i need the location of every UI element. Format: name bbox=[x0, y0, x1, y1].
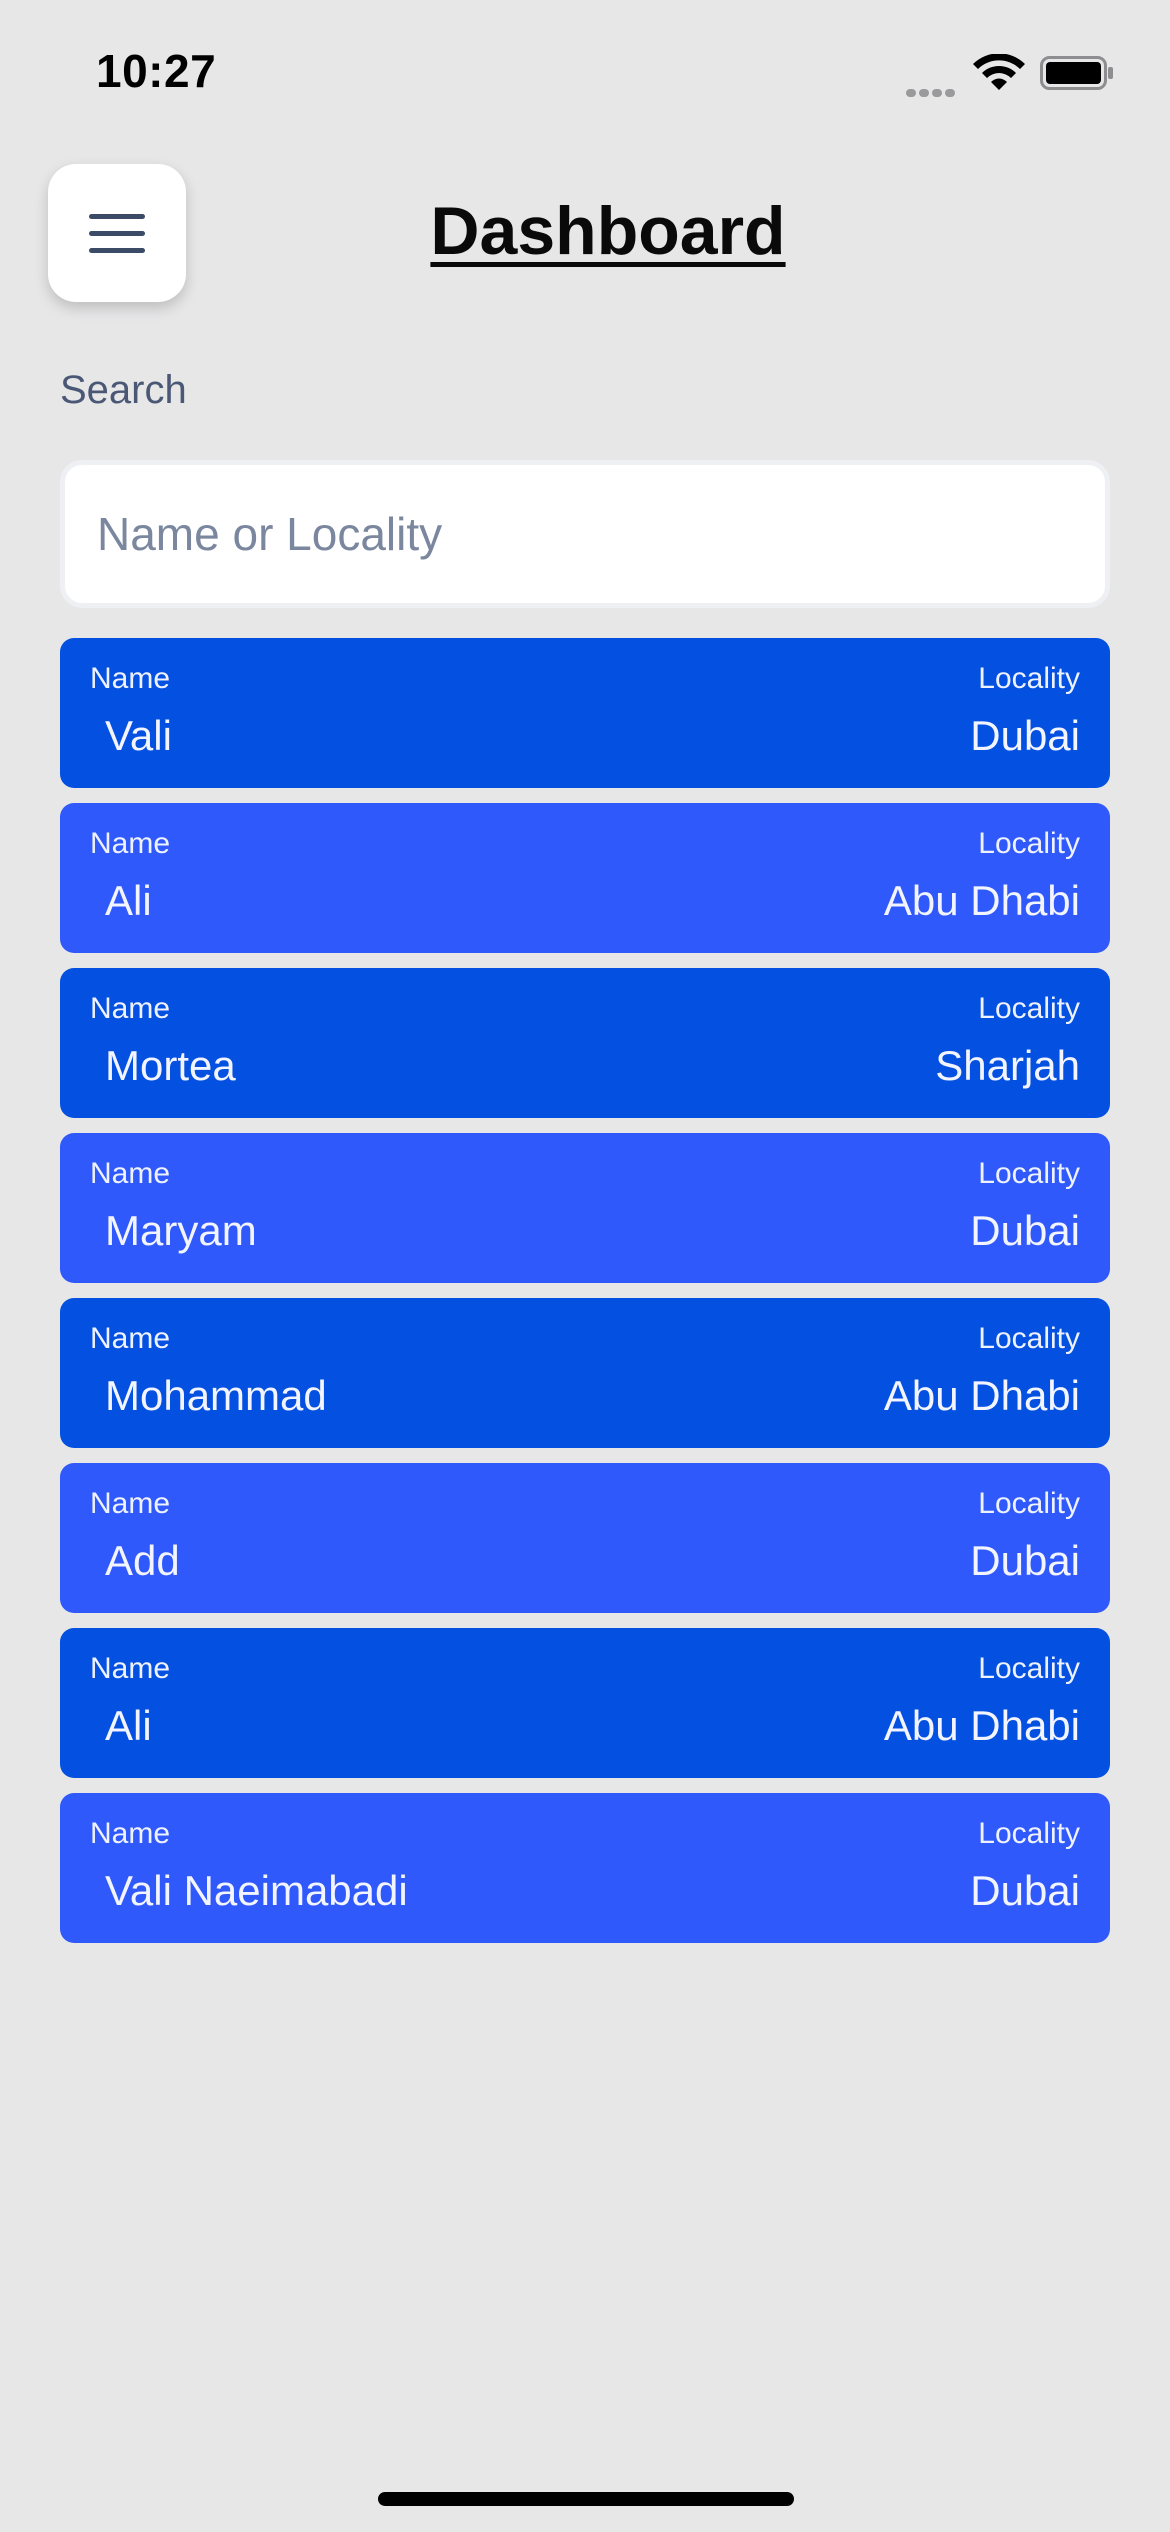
locality-value: Dubai bbox=[970, 712, 1080, 759]
search-input[interactable] bbox=[60, 460, 1110, 608]
list-item[interactable]: Name Vali Naeimabadi Locality Dubai bbox=[60, 1793, 1110, 1943]
list-item[interactable]: Name Ali Locality Abu Dhabi bbox=[60, 803, 1110, 953]
name-value: Add bbox=[105, 1537, 180, 1584]
results-list: Name Vali Locality Dubai Name Ali Locality Abu … bbox=[60, 638, 1110, 1958]
list-item[interactable]: Name Mortea Locality Sharjah bbox=[60, 968, 1110, 1118]
locality-value: Dubai bbox=[970, 1867, 1080, 1914]
name-label: Name bbox=[90, 1487, 171, 1520]
name-value: Mohammad bbox=[105, 1372, 327, 1419]
page-title: Dashboard bbox=[430, 193, 786, 269]
locality-value: Abu Dhabi bbox=[883, 1372, 1080, 1419]
name-value: Vali bbox=[105, 712, 172, 759]
status-time: 10:27 bbox=[96, 45, 217, 97]
locality-label: Locality bbox=[978, 1487, 1080, 1520]
name-label: Name bbox=[90, 1652, 171, 1685]
home-indicator bbox=[378, 2492, 794, 2506]
name-value: Mortea bbox=[105, 1042, 236, 1089]
name-value: Ali bbox=[105, 877, 152, 924]
list-item[interactable]: Name Maryam Locality Dubai bbox=[60, 1133, 1110, 1283]
list-item[interactable]: Name Mohammad Locality Abu Dhabi bbox=[60, 1298, 1110, 1448]
locality-label: Locality bbox=[978, 662, 1080, 695]
name-label: Name bbox=[90, 1817, 171, 1850]
locality-label: Locality bbox=[978, 1157, 1080, 1190]
locality-label: Locality bbox=[978, 1322, 1080, 1355]
locality-value: Sharjah bbox=[935, 1042, 1080, 1089]
list-item[interactable]: Name Ali Locality Abu Dhabi bbox=[60, 1628, 1110, 1778]
locality-value: Abu Dhabi bbox=[883, 1702, 1080, 1749]
cellular-signal-icon bbox=[906, 84, 958, 97]
wifi-icon bbox=[973, 54, 1025, 90]
name-label: Name bbox=[90, 1322, 171, 1355]
locality-label: Locality bbox=[978, 1652, 1080, 1685]
locality-label: Locality bbox=[978, 992, 1080, 1025]
name-value: Vali Naeimabadi bbox=[105, 1867, 408, 1914]
locality-value: Dubai bbox=[970, 1537, 1080, 1584]
name-label: Name bbox=[90, 662, 171, 695]
name-value: Maryam bbox=[105, 1207, 257, 1254]
status-bar: 10:27 bbox=[0, 0, 1170, 140]
header: Dashboard bbox=[0, 160, 1170, 310]
locality-label: Locality bbox=[978, 1817, 1080, 1850]
locality-label: Locality bbox=[978, 827, 1080, 860]
list-item[interactable]: Name Vali Locality Dubai bbox=[60, 638, 1110, 788]
name-label: Name bbox=[90, 827, 171, 860]
locality-value: Dubai bbox=[970, 1207, 1080, 1254]
battery-icon bbox=[1040, 56, 1113, 90]
list-item[interactable]: Name Add Locality Dubai bbox=[60, 1463, 1110, 1613]
locality-value: Abu Dhabi bbox=[883, 877, 1080, 924]
name-label: Name bbox=[90, 1157, 171, 1190]
name-value: Ali bbox=[105, 1702, 152, 1749]
name-label: Name bbox=[90, 992, 171, 1025]
search-label: Search bbox=[60, 368, 187, 412]
